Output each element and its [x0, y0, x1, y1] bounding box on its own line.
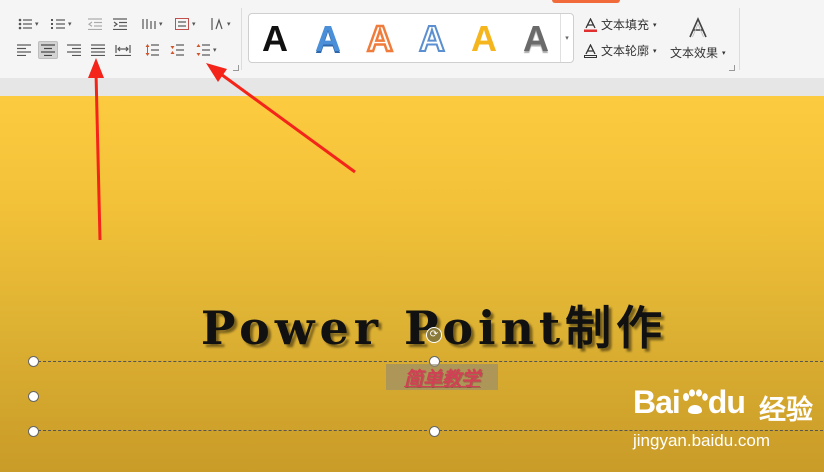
arrow-to-justify-icon [88, 58, 104, 241]
annotation-arrows [88, 58, 356, 241]
arrow-to-spacing-icon [206, 63, 356, 174]
